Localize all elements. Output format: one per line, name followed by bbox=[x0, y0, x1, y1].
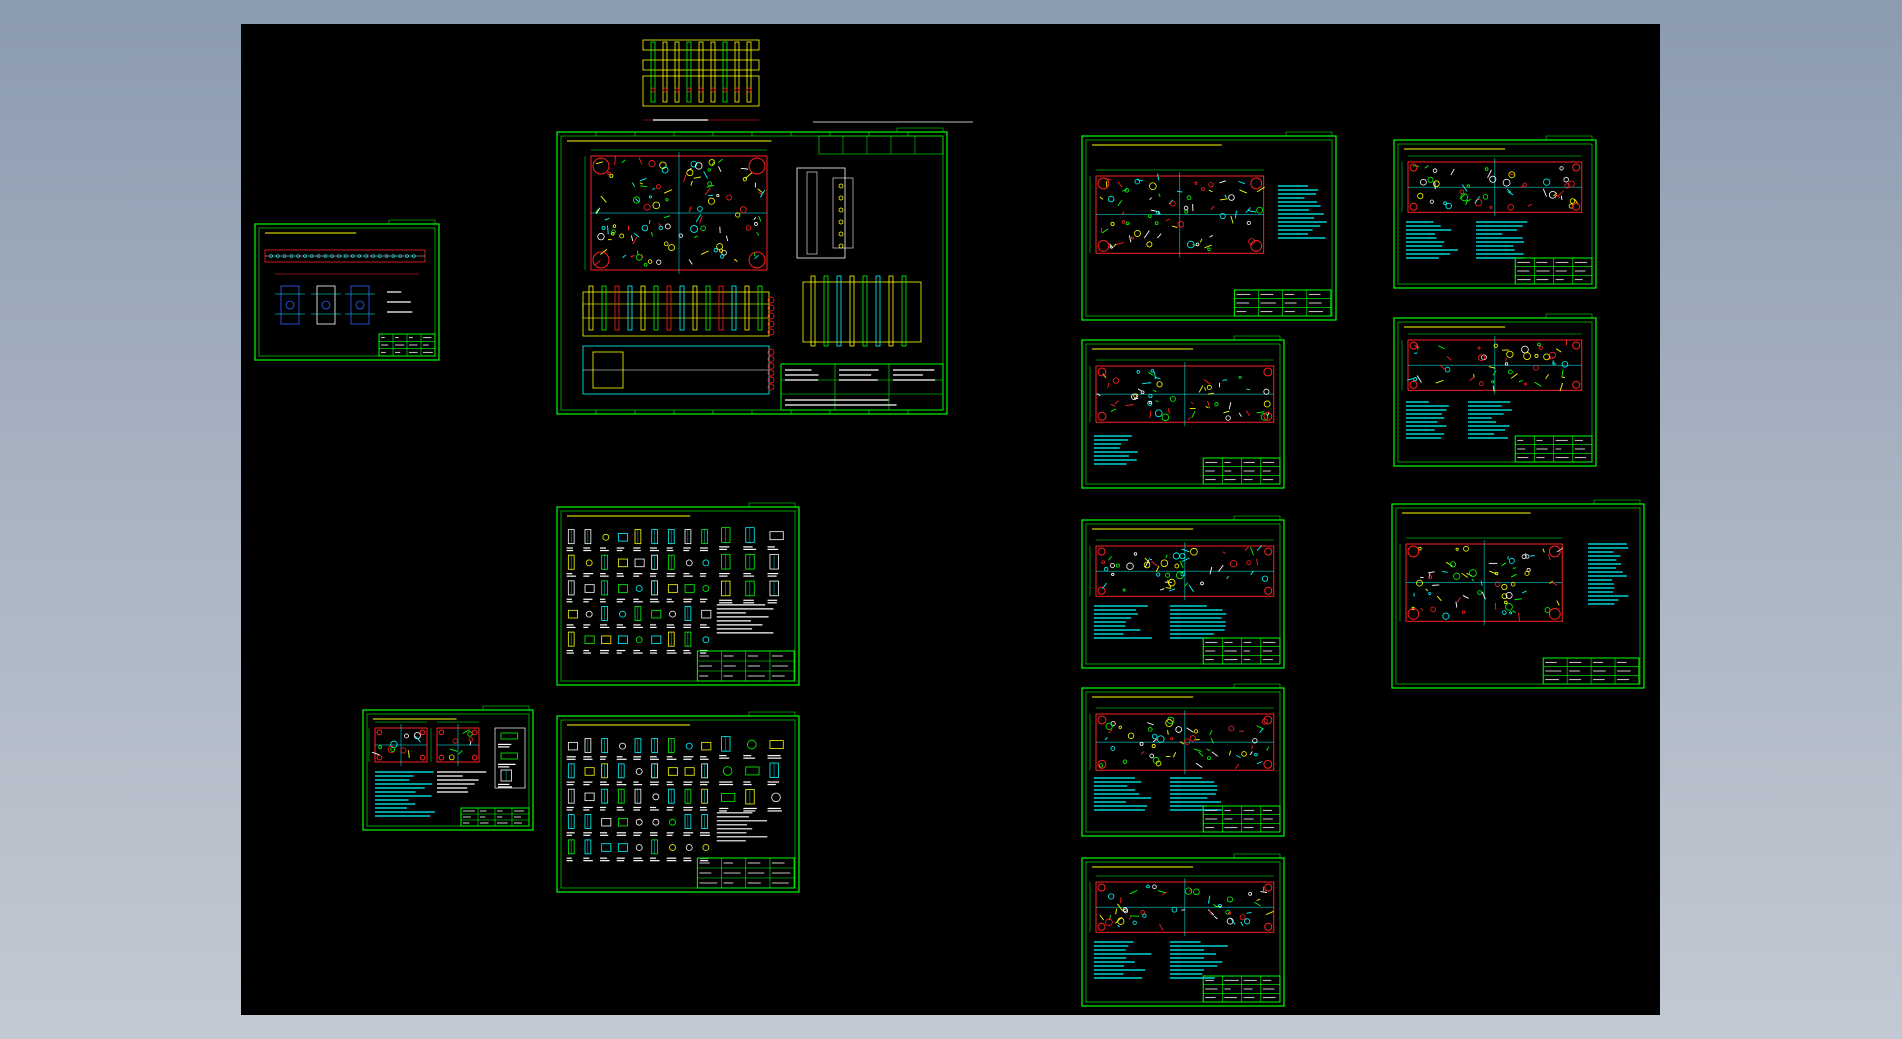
sheet-parts-2[interactable] bbox=[556, 711, 800, 893]
sheet-small-strip[interactable] bbox=[254, 219, 440, 361]
sheet-plate-7[interactable] bbox=[1393, 313, 1597, 467]
sheet-parts-1[interactable] bbox=[556, 502, 800, 686]
sheet-small-parts[interactable] bbox=[362, 705, 534, 831]
sheet-plate-4[interactable] bbox=[1081, 683, 1285, 837]
sheet-main-assembly[interactable] bbox=[556, 127, 948, 415]
sheet-plate-6[interactable] bbox=[1393, 135, 1597, 289]
sheet-plate-1[interactable] bbox=[1081, 131, 1337, 321]
cad-drawing-canvas[interactable] bbox=[241, 24, 1660, 1015]
sheet-plate-3[interactable] bbox=[1081, 515, 1285, 669]
sheet-plate-8[interactable] bbox=[1391, 499, 1645, 689]
main-title-block bbox=[780, 363, 944, 411]
sheet-top-detail[interactable] bbox=[642, 39, 973, 123]
sheet-plate-2[interactable] bbox=[1081, 335, 1285, 489]
cad-drawing-svg bbox=[254, 39, 1645, 1007]
sheet-plate-5[interactable] bbox=[1081, 853, 1285, 1007]
